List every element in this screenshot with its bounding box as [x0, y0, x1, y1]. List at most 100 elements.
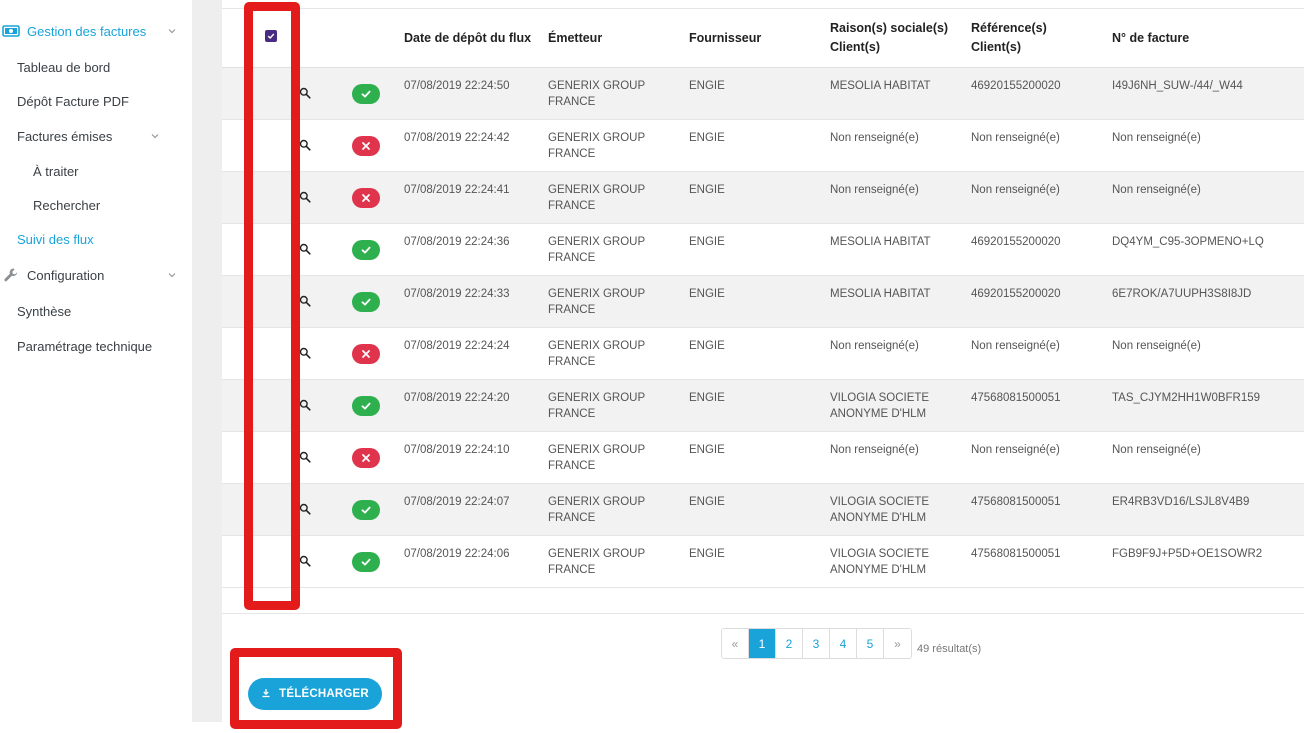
sidebar-item-label: Synthèse	[17, 303, 72, 319]
search-icon[interactable]	[299, 398, 311, 411]
pagination-page[interactable]: 3	[803, 629, 830, 658]
cell-raison-line1: MESOLIA HABITAT	[830, 288, 931, 300]
search-icon[interactable]	[299, 86, 311, 99]
table-row[interactable]: 07/08/2019 22:24:10 GENERIX GROUP FRANCE EN…	[222, 432, 1304, 484]
sidebar-item-label: Configuration	[27, 267, 105, 283]
pagination-prev[interactable]: «	[722, 629, 749, 658]
cell-emetteur-line1: GENERIX GROUP	[548, 236, 646, 248]
search-icon[interactable]	[299, 346, 311, 359]
sidebar-item-label: Rechercher	[33, 197, 101, 213]
table-row[interactable]: 07/08/2019 22:24:42 GENERIX GROUP FRANCE EN…	[222, 120, 1304, 172]
table-row[interactable]: 07/08/2019 22:24:50 GENERIX GROUP FRANCE EN…	[222, 68, 1304, 120]
status-success-badge	[352, 500, 380, 520]
cell-date: 07/08/2019 22:24:10	[404, 444, 510, 456]
cell-emetteur-line2: FRANCE	[548, 356, 596, 368]
cell-facture: Non renseigné(e)	[1112, 340, 1201, 352]
sidebar-item-label: Factures émises	[17, 128, 113, 144]
cell-emetteur-line1: GENERIX GROUP	[548, 80, 646, 92]
header-reference[interactable]: Référence(s) Client(s)	[971, 19, 1047, 57]
cell-fournisseur: ENGIE	[689, 548, 725, 560]
pagination-page[interactable]: 1	[749, 629, 776, 658]
cell-emetteur-line2: FRANCE	[548, 512, 596, 524]
status-error-badge	[352, 344, 380, 364]
cell-facture: Non renseigné(e)	[1112, 444, 1201, 456]
sidebar-item-parametrage-technique[interactable]: Paramétrage technique	[0, 334, 192, 358]
pagination-page[interactable]: 4	[830, 629, 857, 658]
sidebar-item-label: Suivi des flux	[17, 231, 94, 247]
cell-emetteur-line1: GENERIX GROUP	[548, 184, 646, 196]
header-raison-line2: Client(s)	[830, 40, 880, 54]
header-fournisseur[interactable]: Fournisseur	[689, 29, 761, 48]
cell-facture: DQ4YM_C95-3OPMENO+LQ	[1112, 236, 1264, 248]
sidebar-item-suivi-des-flux[interactable]: Suivi des flux	[0, 227, 192, 251]
search-icon[interactable]	[299, 242, 311, 255]
cell-raison-line1: MESOLIA HABITAT	[830, 236, 931, 248]
chevron-down-icon[interactable]	[150, 131, 160, 141]
cell-emetteur-line1: GENERIX GROUP	[548, 548, 646, 560]
sidebar-item-configuration[interactable]: Configuration	[0, 263, 192, 287]
header-date[interactable]: Date de dépôt du flux	[404, 29, 531, 48]
header-emetteur[interactable]: Émetteur	[548, 29, 602, 48]
cell-fournisseur: ENGIE	[689, 340, 725, 352]
cell-raison-sociale: VILOGIA SOCIETE ANONYME D'HLM	[830, 390, 929, 422]
table-row[interactable]: 07/08/2019 22:24:41 GENERIX GROUP FRANCE EN…	[222, 172, 1304, 224]
sidebar-item-gestion-des-factures[interactable]: Gestion des factures	[0, 19, 192, 43]
pagination-page[interactable]: 5	[857, 629, 884, 658]
sidebar-item-tableau-de-bord[interactable]: Tableau de bord	[0, 55, 192, 79]
table-row[interactable]: 07/08/2019 22:24:07 GENERIX GROUP FRANCE EN…	[222, 484, 1304, 536]
cell-raison-line1: Non renseigné(e)	[830, 444, 919, 456]
search-icon[interactable]	[299, 138, 311, 151]
cell-emetteur-line2: FRANCE	[548, 148, 596, 160]
search-icon[interactable]	[299, 450, 311, 463]
cell-date: 07/08/2019 22:24:24	[404, 340, 510, 352]
cell-date: 07/08/2019 22:24:06	[404, 548, 510, 560]
chevron-down-icon[interactable]	[167, 270, 177, 280]
sidebar-item-depot-facture-pdf[interactable]: Dépôt Facture PDF	[0, 89, 192, 113]
pagination-page[interactable]: 2	[776, 629, 803, 658]
cell-emetteur: GENERIX GROUP FRANCE	[548, 286, 645, 318]
sidebar-item-synthese[interactable]: Synthèse	[0, 299, 192, 323]
header-facture[interactable]: N° de facture	[1112, 29, 1189, 48]
table-row[interactable]: 07/08/2019 22:24:36 GENERIX GROUP FRANCE EN…	[222, 224, 1304, 276]
cell-raison-sociale: VILOGIA SOCIETE ANONYME D'HLM	[830, 494, 929, 526]
cell-date: 07/08/2019 22:24:41	[404, 184, 510, 196]
cell-emetteur-line2: FRANCE	[548, 304, 596, 316]
cell-reference: Non renseigné(e)	[971, 340, 1060, 352]
cell-date: 07/08/2019 22:24:42	[404, 132, 510, 144]
pagination-next[interactable]: »	[884, 629, 911, 658]
search-icon[interactable]	[299, 554, 311, 567]
table-row[interactable]: 07/08/2019 22:24:24 GENERIX GROUP FRANCE EN…	[222, 328, 1304, 380]
invoice-icon	[2, 24, 20, 38]
chevron-down-icon[interactable]	[167, 26, 177, 36]
search-icon[interactable]	[299, 502, 311, 515]
header-raison-sociale[interactable]: Raison(s) sociale(s) Client(s)	[830, 19, 948, 57]
sidebar-item-rechercher[interactable]: Rechercher	[0, 193, 192, 217]
cell-emetteur: GENERIX GROUP FRANCE	[548, 234, 645, 266]
status-success-badge	[352, 84, 380, 104]
search-icon[interactable]	[299, 190, 311, 203]
table-row[interactable]: 07/08/2019 22:24:20 GENERIX GROUP FRANCE EN…	[222, 380, 1304, 432]
search-icon[interactable]	[299, 294, 311, 307]
cell-emetteur: GENERIX GROUP FRANCE	[548, 182, 645, 214]
sidebar-item-label: Dépôt Facture PDF	[17, 93, 129, 109]
cell-raison-sociale: MESOLIA HABITAT	[830, 286, 931, 302]
sidebar-item-a-traiter[interactable]: À traiter	[0, 159, 192, 183]
cell-fournisseur: ENGIE	[689, 496, 725, 508]
sidebar-item-factures-emises[interactable]: Factures émises	[0, 124, 192, 148]
header-reference-line2: Client(s)	[971, 40, 1021, 54]
table-row[interactable]: 07/08/2019 22:24:06 GENERIX GROUP FRANCE EN…	[222, 536, 1304, 588]
cell-reference: Non renseigné(e)	[971, 444, 1060, 456]
table-row[interactable]: 07/08/2019 22:24:33 GENERIX GROUP FRANCE EN…	[222, 276, 1304, 328]
cell-raison-line1: MESOLIA HABITAT	[830, 80, 931, 92]
cell-emetteur-line1: GENERIX GROUP	[548, 444, 646, 456]
status-error-badge	[352, 136, 380, 156]
cell-raison-sociale: Non renseigné(e)	[830, 182, 919, 198]
cell-emetteur-line1: GENERIX GROUP	[548, 340, 646, 352]
cell-fournisseur: ENGIE	[689, 132, 725, 144]
cell-emetteur-line2: FRANCE	[548, 564, 596, 576]
highlight-annotation	[244, 2, 300, 610]
cell-raison-line2: ANONYME D'HLM	[830, 564, 927, 576]
status-success-badge	[352, 240, 380, 260]
cell-emetteur: GENERIX GROUP FRANCE	[548, 442, 645, 474]
cell-raison-line1: VILOGIA SOCIETE	[830, 392, 930, 404]
